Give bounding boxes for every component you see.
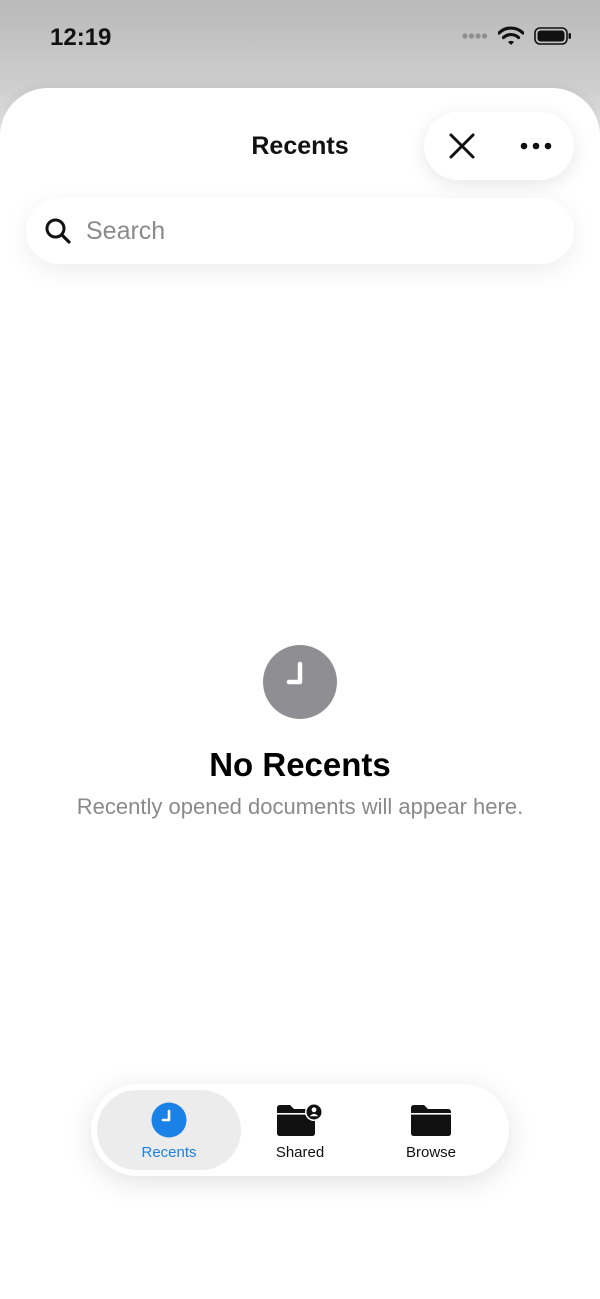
empty-state-title: No Recents <box>209 746 391 783</box>
more-button[interactable] <box>516 126 556 166</box>
empty-state: No Recents Recently opened documents wil… <box>0 644 600 820</box>
clock-icon <box>151 1102 187 1138</box>
search-icon <box>45 218 71 244</box>
wifi-icon <box>498 26 524 45</box>
ellipsis-icon <box>520 142 552 150</box>
cellular-signal-icon <box>462 33 488 39</box>
tab-label: Shared <box>275 1144 325 1161</box>
close-icon <box>449 133 475 159</box>
battery-icon <box>534 27 571 45</box>
status-bar: 12:19 <box>0 0 600 80</box>
shared-folder-icon <box>277 1103 323 1136</box>
close-button[interactable] <box>442 126 482 166</box>
status-icons <box>462 26 572 46</box>
tab-label: Recents <box>141 1144 197 1161</box>
empty-state-subtitle: Recently opened documents will appear he… <box>76 794 524 819</box>
folder-icon <box>411 1105 451 1136</box>
search-input[interactable] <box>86 216 526 246</box>
header-actions <box>424 112 574 180</box>
tab-bar: Recents Shared Browse <box>91 1084 509 1176</box>
tab-browse[interactable]: Browse <box>359 1090 503 1170</box>
tab-shared[interactable]: Shared <box>228 1090 372 1170</box>
tab-recents[interactable]: Recents <box>97 1090 241 1170</box>
clock-icon <box>263 645 337 719</box>
search-bar[interactable] <box>26 198 574 264</box>
tab-label: Browse <box>405 1144 457 1161</box>
status-time: 12:19 <box>50 24 112 51</box>
